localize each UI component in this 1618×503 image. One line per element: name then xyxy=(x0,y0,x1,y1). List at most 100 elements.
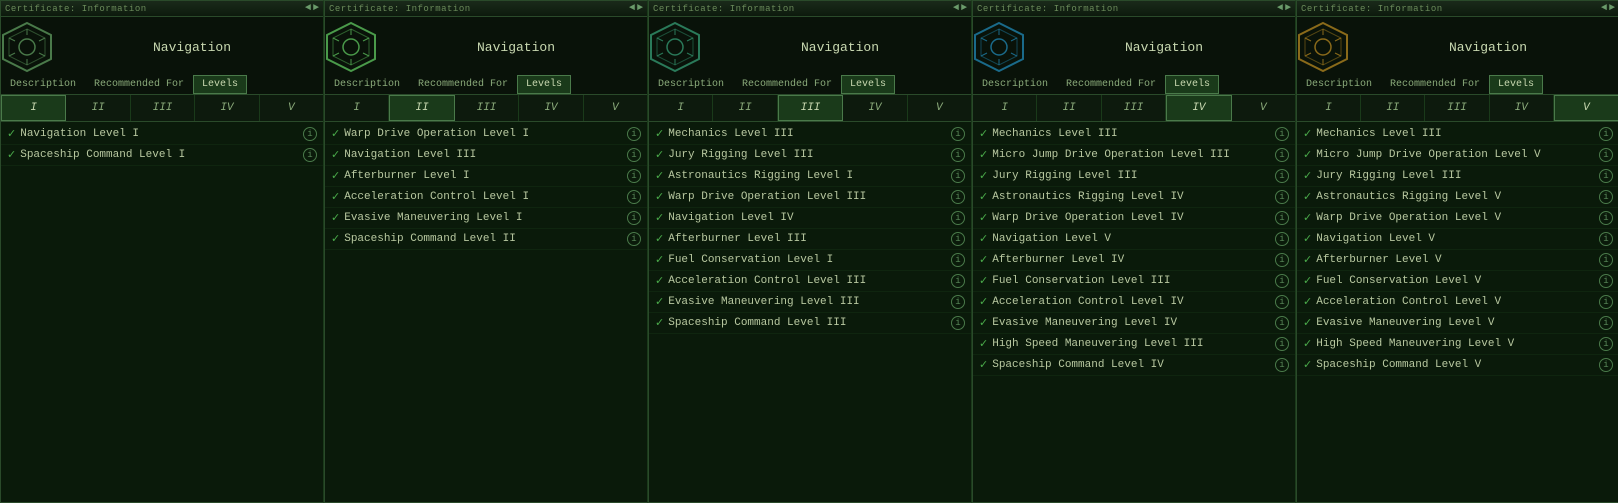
nav-prev-button[interactable]: ◄ xyxy=(629,3,635,14)
info-icon[interactable]: i xyxy=(1599,253,1613,267)
nav-next-button[interactable]: ► xyxy=(1609,3,1615,14)
check-icon: ✓ xyxy=(979,190,988,204)
level-button-V[interactable]: V xyxy=(584,95,647,121)
nav-next-button[interactable]: ► xyxy=(961,3,967,14)
level-button-II[interactable]: II xyxy=(1037,95,1101,121)
info-icon[interactable]: i xyxy=(1275,127,1289,141)
level-button-IV[interactable]: IV xyxy=(1166,95,1231,121)
nav-prev-button[interactable]: ◄ xyxy=(1601,3,1607,14)
info-icon[interactable]: i xyxy=(1599,127,1613,141)
level-button-III[interactable]: III xyxy=(131,95,195,121)
nav-prev-button[interactable]: ◄ xyxy=(1277,3,1283,14)
info-icon[interactable]: i xyxy=(1599,274,1613,288)
info-icon[interactable]: i xyxy=(627,148,641,162)
info-icon[interactable]: i xyxy=(1275,169,1289,183)
level-button-I[interactable]: I xyxy=(1297,95,1361,121)
info-icon[interactable]: i xyxy=(1599,316,1613,330)
tab-levels[interactable]: Levels xyxy=(841,75,895,94)
info-icon[interactable]: i xyxy=(1275,253,1289,267)
skill-item: ✓Acceleration Control Level Ii xyxy=(325,187,647,208)
info-icon[interactable]: i xyxy=(1275,190,1289,204)
level-button-III[interactable]: III xyxy=(1102,95,1166,121)
info-icon[interactable]: i xyxy=(951,316,965,330)
level-button-IV[interactable]: IV xyxy=(519,95,583,121)
skill-name: Jury Rigging Level III xyxy=(1316,170,1595,182)
level-button-I[interactable]: I xyxy=(649,95,713,121)
tab-recommended-for[interactable]: Recommended For xyxy=(733,75,841,94)
level-button-II[interactable]: II xyxy=(66,95,130,121)
info-icon[interactable]: i xyxy=(1275,232,1289,246)
info-icon[interactable]: i xyxy=(627,169,641,183)
info-icon[interactable]: i xyxy=(951,148,965,162)
level-button-III[interactable]: III xyxy=(455,95,519,121)
level-button-I[interactable]: I xyxy=(1,95,66,121)
info-icon[interactable]: i xyxy=(1599,358,1613,372)
info-icon[interactable]: i xyxy=(1275,358,1289,372)
skill-item: ✓Fuel Conservation Level IIIi xyxy=(973,271,1295,292)
tab-description[interactable]: Description xyxy=(649,75,733,94)
info-icon[interactable]: i xyxy=(1599,169,1613,183)
info-icon[interactable]: i xyxy=(951,127,965,141)
level-button-III[interactable]: III xyxy=(778,95,843,121)
info-icon[interactable]: i xyxy=(1599,190,1613,204)
level-button-II[interactable]: II xyxy=(389,95,454,121)
nav-prev-button[interactable]: ◄ xyxy=(953,3,959,14)
level-button-V[interactable]: V xyxy=(1554,95,1618,121)
level-button-I[interactable]: I xyxy=(325,95,389,121)
info-icon[interactable]: i xyxy=(1599,148,1613,162)
info-icon[interactable]: i xyxy=(1275,337,1289,351)
level-button-V[interactable]: V xyxy=(1232,95,1295,121)
level-button-IV[interactable]: IV xyxy=(1490,95,1554,121)
info-icon[interactable]: i xyxy=(1599,232,1613,246)
tab-levels[interactable]: Levels xyxy=(517,75,571,94)
nav-next-button[interactable]: ► xyxy=(313,3,319,14)
nav-next-button[interactable]: ► xyxy=(1285,3,1291,14)
info-icon[interactable]: i xyxy=(951,274,965,288)
level-button-IV[interactable]: IV xyxy=(195,95,259,121)
level-button-II[interactable]: II xyxy=(1361,95,1425,121)
info-icon[interactable]: i xyxy=(951,253,965,267)
info-icon[interactable]: i xyxy=(1275,148,1289,162)
level-button-V[interactable]: V xyxy=(260,95,323,121)
level-button-V[interactable]: V xyxy=(908,95,971,121)
tab-recommended-for[interactable]: Recommended For xyxy=(1057,75,1165,94)
tab-recommended-for[interactable]: Recommended For xyxy=(1381,75,1489,94)
tab-levels[interactable]: Levels xyxy=(1165,75,1219,94)
info-icon[interactable]: i xyxy=(951,232,965,246)
tab-recommended-for[interactable]: Recommended For xyxy=(85,75,193,94)
tab-description[interactable]: Description xyxy=(1297,75,1381,94)
info-icon[interactable]: i xyxy=(951,295,965,309)
nav-prev-button[interactable]: ◄ xyxy=(305,3,311,14)
tab-levels[interactable]: Levels xyxy=(1489,75,1543,94)
level-button-IV[interactable]: IV xyxy=(843,95,907,121)
info-icon[interactable]: i xyxy=(1275,316,1289,330)
level-button-II[interactable]: II xyxy=(713,95,777,121)
info-icon[interactable]: i xyxy=(303,148,317,162)
info-icon[interactable]: i xyxy=(627,211,641,225)
info-icon[interactable]: i xyxy=(303,127,317,141)
tab-description[interactable]: Description xyxy=(1,75,85,94)
tab-description[interactable]: Description xyxy=(973,75,1057,94)
skill-name: Navigation Level III xyxy=(344,149,623,161)
level-button-III[interactable]: III xyxy=(1425,95,1489,121)
tab-recommended-for[interactable]: Recommended For xyxy=(409,75,517,94)
info-icon[interactable]: i xyxy=(1599,211,1613,225)
info-icon[interactable]: i xyxy=(1275,274,1289,288)
info-icon[interactable]: i xyxy=(951,169,965,183)
info-icon[interactable]: i xyxy=(627,127,641,141)
nav-next-button[interactable]: ► xyxy=(637,3,643,14)
title-row: Navigation xyxy=(649,17,971,75)
info-icon[interactable]: i xyxy=(951,211,965,225)
tab-levels[interactable]: Levels xyxy=(193,75,247,94)
info-icon[interactable]: i xyxy=(627,232,641,246)
info-icon[interactable]: i xyxy=(1599,337,1613,351)
skill-name: Warp Drive Operation Level I xyxy=(344,128,623,140)
info-icon[interactable]: i xyxy=(1275,211,1289,225)
info-icon[interactable]: i xyxy=(951,190,965,204)
skill-item: ✓Acceleration Control Level Vi xyxy=(1297,292,1618,313)
tab-description[interactable]: Description xyxy=(325,75,409,94)
level-button-I[interactable]: I xyxy=(973,95,1037,121)
info-icon[interactable]: i xyxy=(1599,295,1613,309)
info-icon[interactable]: i xyxy=(627,190,641,204)
info-icon[interactable]: i xyxy=(1275,295,1289,309)
